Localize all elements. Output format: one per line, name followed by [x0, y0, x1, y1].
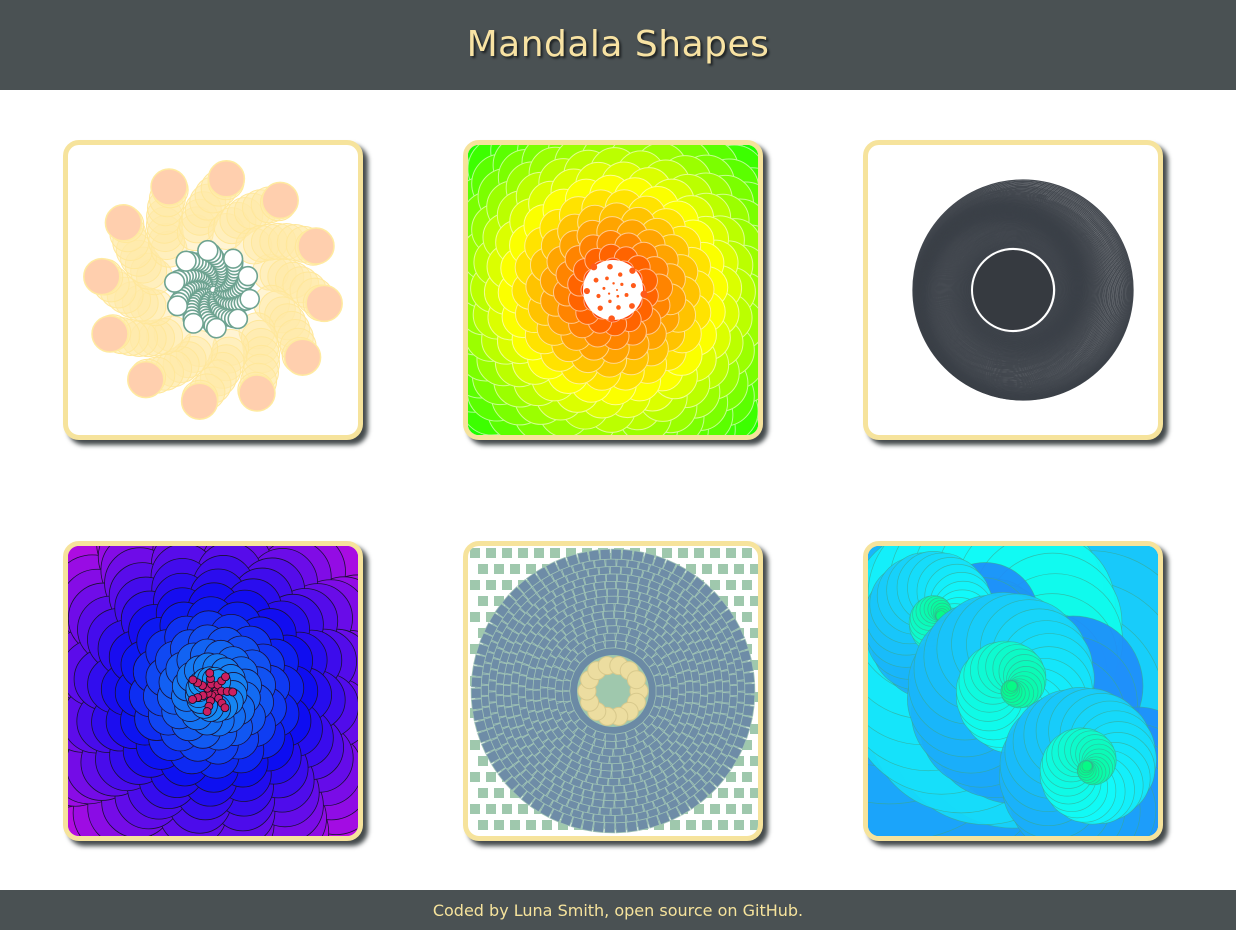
mandala-2-canvas — [468, 145, 758, 435]
page-footer: Coded by Luna Smith, open source on GitH… — [0, 890, 1236, 930]
mandala-card-6[interactable] — [863, 541, 1163, 841]
mandala-card-5[interactable] — [463, 541, 763, 841]
mandala-card-2[interactable] — [463, 140, 763, 440]
footer-suffix: . — [798, 900, 804, 920]
mandala-4-canvas — [68, 546, 358, 836]
footer-middle: , open source on — [604, 900, 743, 920]
mandala-1-canvas — [83, 160, 343, 420]
mandala-card-3[interactable] — [863, 140, 1163, 440]
mandala-card-4[interactable] — [63, 541, 363, 841]
mandala-3-canvas — [912, 179, 1134, 401]
footer-prefix: Coded by — [432, 900, 514, 920]
footer-credit: Coded by Luna Smith, open source on GitH… — [433, 901, 803, 920]
page-title: Mandala Shapes — [466, 24, 770, 65]
mandala-card-1[interactable] — [63, 140, 363, 440]
mandala-6-canvas — [868, 546, 1158, 836]
page-header: Mandala Shapes — [0, 0, 1236, 90]
mandala-5-canvas — [470, 548, 758, 834]
author-link[interactable]: Luna Smith — [514, 901, 604, 920]
github-link[interactable]: GitHub — [743, 901, 798, 920]
